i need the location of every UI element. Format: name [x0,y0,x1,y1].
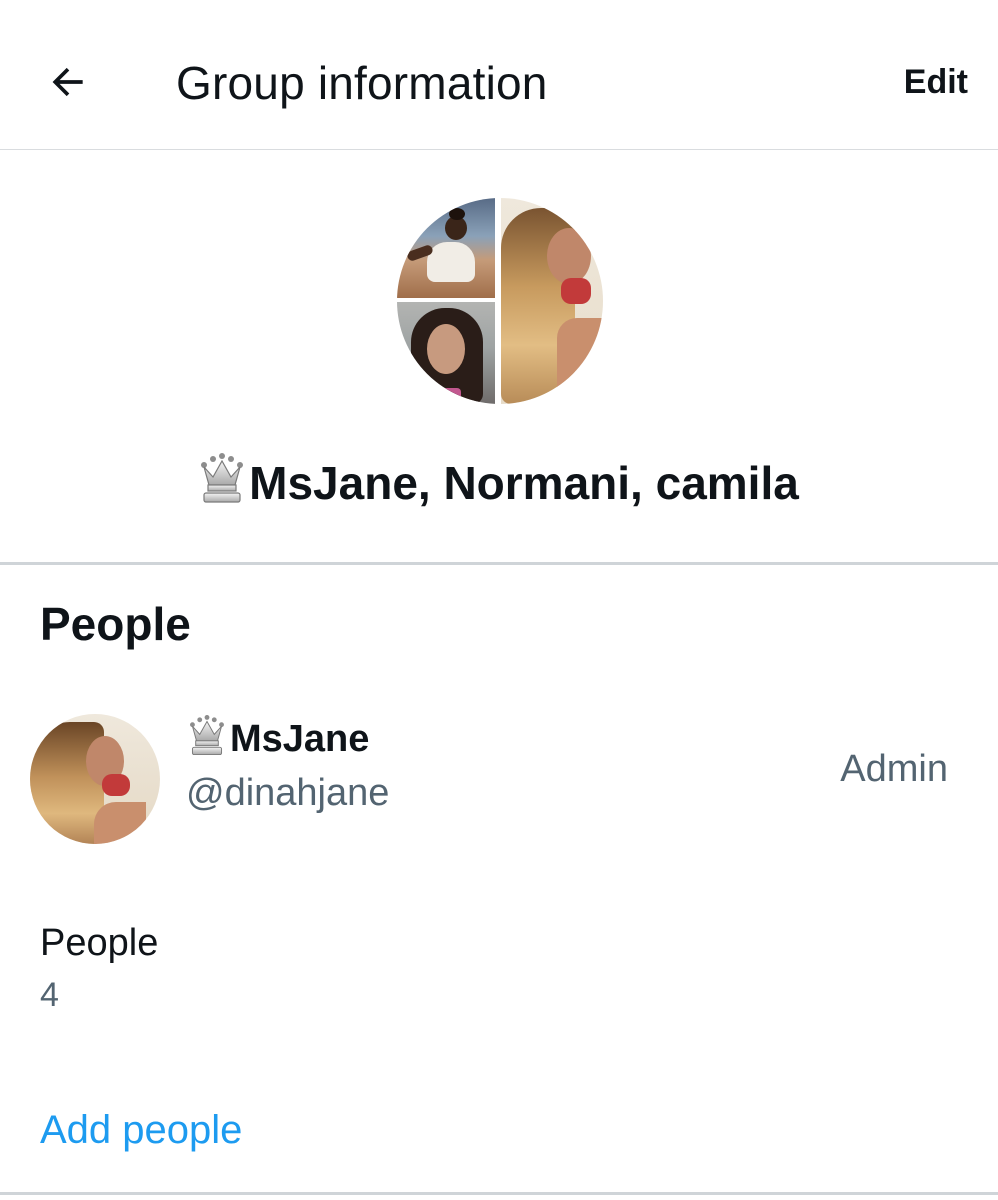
group-name: MsJane, Normani, camila [0,452,998,520]
back-button[interactable] [30,44,106,120]
member-display-name: MsJane [188,714,369,770]
group-avatar-photo-2 [397,302,495,404]
arrow-left-icon [52,67,83,97]
group-avatar-photo-3 [501,198,603,404]
divider [0,1192,998,1195]
divider [0,562,998,565]
avatar [30,714,160,844]
edit-button[interactable]: Edit [904,60,968,104]
member-role-badge: Admin [840,748,948,790]
people-section-heading: People [40,598,191,650]
add-people-button[interactable]: Add people [40,1104,242,1156]
member-display-name-text: MsJane [230,718,370,760]
member-handle: @dinahjane [186,772,390,814]
member-row[interactable]: MsJane @dinahjane Admin [0,700,998,860]
chess-queen-icon [199,453,245,520]
page-title: Group information [176,57,548,109]
people-count-label: People [40,922,159,964]
chess-queen-icon [188,715,226,770]
people-count-value: 4 [40,976,59,1014]
top-app-bar: Group information Edit [0,0,998,150]
group-avatar [397,198,603,404]
group-name-text: MsJane, Normani, camila [249,457,799,509]
group-avatar-photo-1 [397,198,495,298]
